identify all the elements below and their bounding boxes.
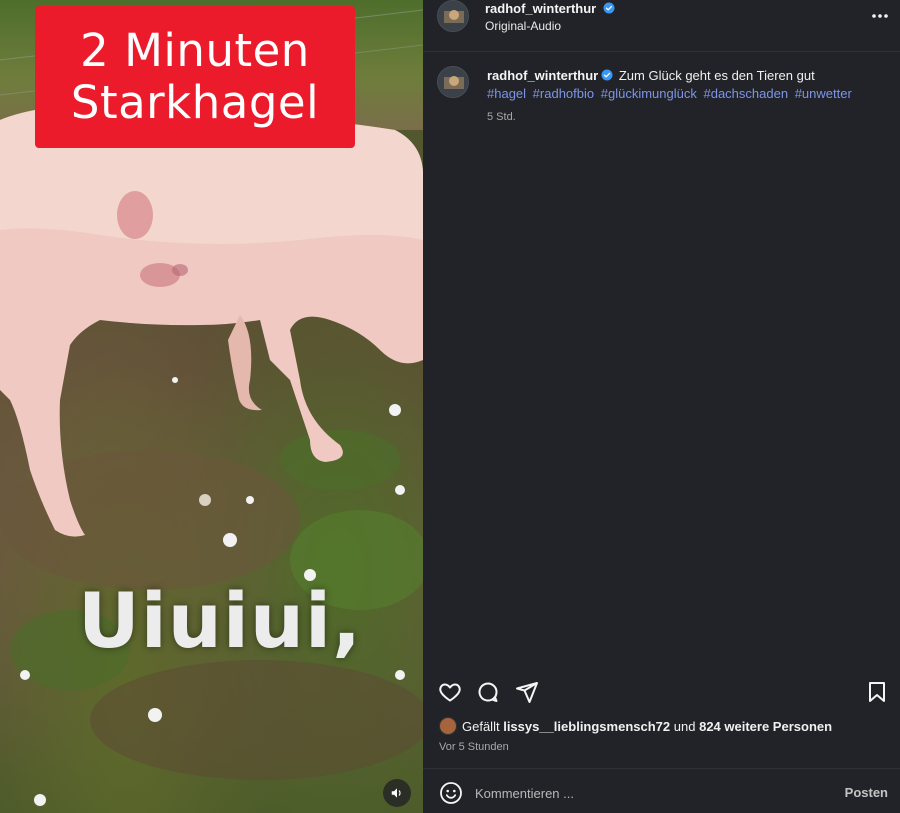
audio-label[interactable]: Original-Audio [485, 19, 561, 33]
caption-author-avatar[interactable] [437, 66, 469, 98]
hashtag-link[interactable]: #glückimunglück [601, 86, 697, 101]
caption-username[interactable]: radhof_winterthur [487, 68, 598, 83]
share-icon[interactable] [515, 680, 539, 704]
header-username-text[interactable]: radhof_winterthur [485, 1, 596, 16]
liker-username[interactable]: lissys__lieblingsmensch72 [503, 719, 670, 734]
likes-others-count[interactable]: 824 weitere Personen [699, 719, 832, 734]
comment-input[interactable] [475, 782, 815, 804]
post-details-panel: radhof_winterthur Original-Audio radhof_… [423, 0, 900, 813]
likes-conjunction: und [673, 718, 696, 734]
action-bar [423, 672, 900, 710]
banner-line-2: Starkhagel [70, 76, 320, 129]
header-username[interactable]: radhof_winterthur [485, 1, 615, 16]
hashtag-link[interactable]: #hagel [487, 86, 526, 101]
banner-line-1: 2 Minuten [80, 24, 310, 77]
post-header: radhof_winterthur Original-Audio [423, 0, 900, 52]
caption-text: Zum Glück geht es den Tieren gut [618, 68, 815, 83]
caption-timestamp[interactable]: 5 Std. [487, 108, 887, 126]
more-options-button[interactable] [868, 4, 892, 28]
avatar-image [438, 67, 468, 97]
caption-body: radhof_winterthur Zum Glück geht es den … [487, 67, 887, 126]
more-dots-icon [872, 14, 888, 18]
hashtag-link[interactable]: #unwetter [795, 86, 852, 101]
comment-icon[interactable] [476, 680, 500, 704]
verified-badge-icon [603, 2, 615, 14]
comment-bar: Posten [423, 768, 900, 813]
speaker-icon [391, 788, 401, 798]
liker-avatar[interactable] [439, 717, 457, 735]
likes-prefix: Gefällt [462, 718, 500, 734]
verified-badge-icon [601, 69, 613, 81]
hashtag-link[interactable]: #radhofbio [533, 86, 594, 101]
heart-icon[interactable] [438, 680, 462, 704]
hail-banner: 2 Minuten Starkhagel [35, 6, 355, 148]
hashtag-list: #hagel #radhofbio #glückimunglück #dachs… [487, 85, 887, 103]
hashtag-link[interactable]: #dachschaden [703, 86, 788, 101]
emoji-icon[interactable] [439, 781, 463, 805]
author-avatar[interactable] [437, 0, 469, 32]
video-overlay-text: Uiuiui, [78, 576, 362, 665]
volume-button[interactable] [383, 779, 411, 807]
avatar-image [438, 1, 468, 31]
likes-summary[interactable]: Gefällt lissys__lieblingsmensch72 und 82… [439, 717, 832, 735]
post-media[interactable]: 2 Minuten Starkhagel Uiuiui, [0, 0, 423, 813]
bookmark-icon[interactable] [865, 680, 889, 704]
post-time-ago[interactable]: Vor 5 Stunden [439, 741, 509, 753]
post-comment-button[interactable]: Posten [845, 785, 888, 800]
